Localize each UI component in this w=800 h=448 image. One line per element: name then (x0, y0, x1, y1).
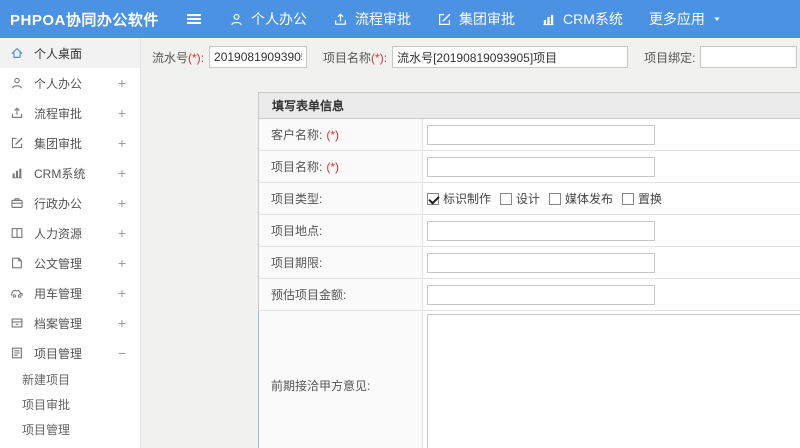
home-icon (10, 46, 24, 60)
flow-icon (10, 106, 24, 120)
pre-contact-opinion-textarea[interactable] (427, 314, 800, 448)
project-name-input[interactable] (392, 46, 629, 68)
main-content: 流水号(*): 项目名称(*): 项目绑定: + 填写表单信息 客户名称:(*)… (141, 38, 800, 448)
project-duration-input[interactable] (427, 252, 655, 273)
project-name-form-input[interactable] (427, 156, 655, 177)
sidebar-item-vehicle-mgmt[interactable]: 用车管理 + (0, 278, 140, 308)
nav-item-label: 个人办公 (251, 11, 307, 27)
menu-icon[interactable] (185, 10, 203, 28)
edit-icon (437, 12, 452, 27)
car-icon (10, 286, 24, 300)
expand-plus-icon[interactable]: + (118, 105, 126, 121)
checkbox-option-logo-production[interactable]: 标识制作 (427, 190, 491, 207)
sidebar-item-personal-desktop[interactable]: 个人桌面 (0, 38, 140, 68)
customer-name-input[interactable] (427, 124, 655, 145)
checkbox-icon[interactable] (622, 192, 635, 205)
chart-icon (541, 12, 556, 27)
form-row-label: 项目地点: (259, 215, 423, 246)
form-panel: 填写表单信息 客户名称: (*) 项目名称: (*) 项目类型: 标识制作 设计 媒… (258, 92, 800, 448)
archive-icon (10, 316, 24, 330)
flow-icon (333, 12, 348, 27)
sidebar-item-project-mgmt[interactable]: 项目管理 − (0, 338, 140, 368)
chart-icon (10, 166, 24, 180)
expand-plus-icon[interactable]: + (118, 285, 126, 301)
project-name-label: 项目名称(*): (323, 50, 388, 65)
nav-item-label: 集团审批 (459, 11, 515, 27)
sidebar-subitem-new-project[interactable]: 新建项目 (0, 368, 140, 393)
nav-item-label: CRM系统 (563, 11, 623, 27)
sidebar-item-personal-office[interactable]: 个人办公 + (0, 68, 140, 98)
checkbox-icon[interactable] (549, 192, 562, 205)
edit-icon (10, 136, 24, 150)
expand-plus-icon[interactable]: + (118, 315, 126, 331)
user-icon (10, 76, 24, 90)
expand-plus-icon[interactable]: + (118, 225, 126, 241)
project-location-input[interactable] (427, 220, 655, 241)
form-row-label: 前期接洽甲方意见: (259, 311, 423, 448)
form-row-label: 项目类型: (259, 183, 423, 214)
checkbox-option-design[interactable]: 设计 (500, 190, 540, 207)
caret-down-icon (711, 13, 723, 25)
form-row-label: 客户名称: (*) (259, 119, 423, 150)
collapse-minus-icon[interactable]: − (118, 345, 126, 361)
nav-item-group-approval[interactable]: 集团审批 (437, 9, 515, 29)
briefcase-icon (10, 196, 24, 210)
sidebar-subitem-project-approval[interactable]: 项目审批 (0, 393, 140, 418)
estimated-amount-input[interactable] (427, 284, 655, 305)
expand-plus-icon[interactable]: + (118, 195, 126, 211)
book-icon (10, 226, 24, 240)
form-row-project-duration: 项目期限: (259, 247, 800, 279)
app-logo: PHPOA协同办公软件 (10, 11, 159, 29)
top-navbar: PHPOA协同办公软件 个人办公 流程审批 集团审批 CRM系统 更多应用 (0, 0, 800, 38)
serial-label: 流水号(*): (152, 50, 205, 65)
checkbox-option-exchange[interactable]: 置换 (622, 190, 662, 207)
expand-plus-icon[interactable]: + (118, 165, 126, 181)
param-bar: 流水号(*): 项目名称(*): 项目绑定: + (152, 44, 800, 70)
checkbox-icon[interactable] (500, 192, 513, 205)
nav-item-workflow-approval[interactable]: 流程审批 (333, 9, 411, 29)
serial-input[interactable] (209, 46, 308, 68)
sidebar-item-group-approval[interactable]: 集团审批 + (0, 128, 140, 158)
form-row-project-type: 项目类型: 标识制作 设计 媒体发布 置换 (259, 183, 800, 215)
nav-item-personal-office[interactable]: 个人办公 (229, 9, 307, 29)
checkbox-option-media-release[interactable]: 媒体发布 (549, 190, 613, 207)
user-icon (229, 12, 244, 27)
project-icon (10, 346, 24, 360)
form-row-label: 预估项目金额: (259, 279, 423, 310)
expand-plus-icon[interactable]: + (118, 135, 126, 151)
nav-item-more-apps[interactable]: 更多应用 (649, 9, 723, 29)
project-binding-input[interactable] (700, 46, 798, 68)
sidebar-subitem-project-mgmt[interactable]: 项目管理 (0, 418, 140, 443)
expand-plus-icon[interactable]: + (118, 75, 126, 91)
form-row-project-location: 项目地点: (259, 215, 800, 247)
sidebar-item-workflow-approval[interactable]: 流程审批 + (0, 98, 140, 128)
form-row-label: 项目名称: (*) (259, 151, 423, 182)
sidebar-item-admin-office[interactable]: 行政办公 + (0, 188, 140, 218)
form-row-pre-contact-opinion: 前期接洽甲方意见: (258, 311, 800, 448)
checkbox-checked-icon[interactable] (427, 192, 439, 205)
document-icon (10, 256, 24, 270)
sidebar-item-hr[interactable]: 人力资源 + (0, 218, 140, 248)
form-title: 填写表单信息 (259, 93, 800, 119)
form-row-label: 项目期限: (259, 247, 423, 278)
nav-item-label: 流程审批 (355, 11, 411, 27)
form-row-estimated-amount: 预估项目金额: (259, 279, 800, 311)
form-row-customer-name: 客户名称: (*) (259, 119, 800, 151)
sidebar-item-document-mgmt[interactable]: 公文管理 + (0, 248, 140, 278)
sidebar: 个人桌面 个人办公 + 流程审批 + 集团审批 + CRM系统 + 行政办公 +… (0, 38, 141, 448)
nav-item-crm[interactable]: CRM系统 (541, 9, 623, 29)
sidebar-item-crm[interactable]: CRM系统 + (0, 158, 140, 188)
nav-item-label: 更多应用 (648, 11, 705, 27)
expand-plus-icon[interactable]: + (118, 255, 126, 271)
form-row-project-name: 项目名称: (*) (259, 151, 800, 183)
project-binding-label: 项目绑定: (644, 50, 696, 65)
sidebar-item-archive-mgmt[interactable]: 档案管理 + (0, 308, 140, 338)
